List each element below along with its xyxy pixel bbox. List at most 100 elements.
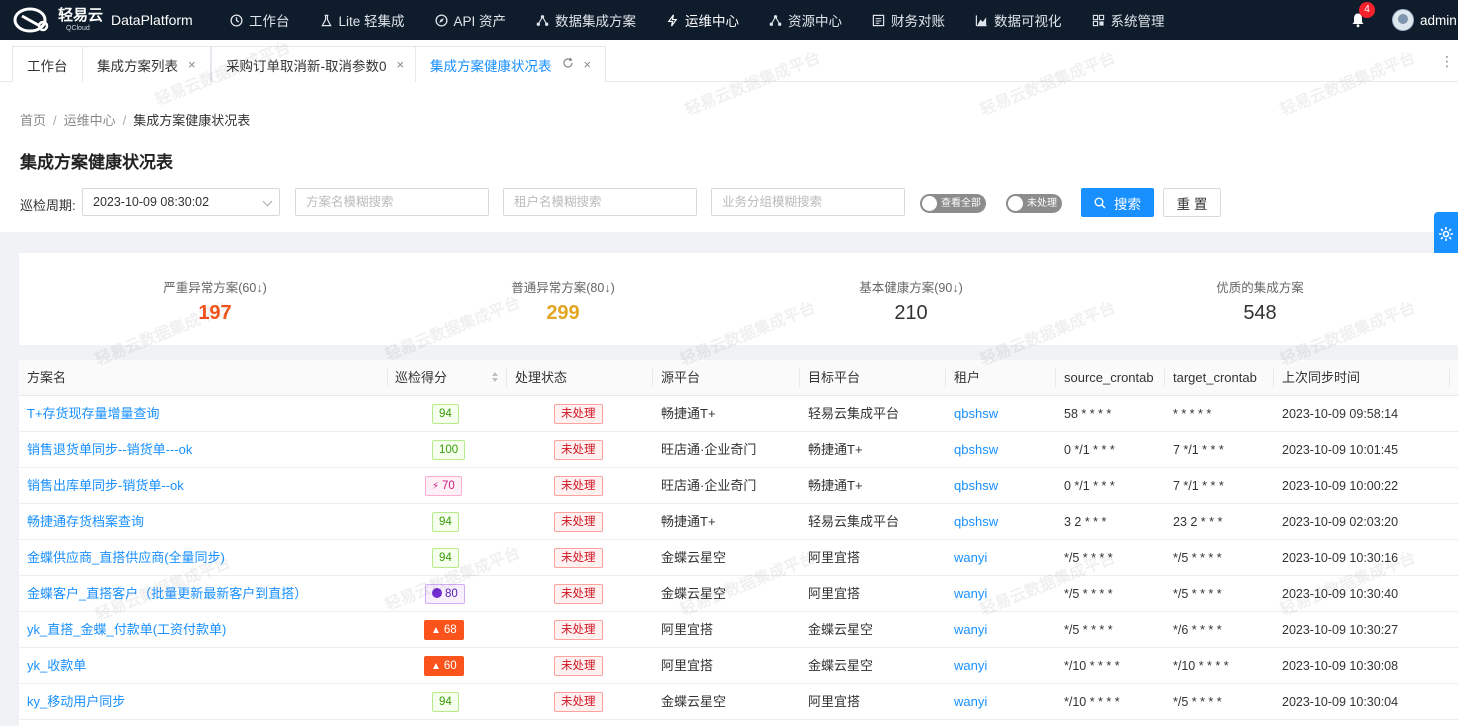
tenant-link[interactable]: qbshsw (946, 468, 998, 504)
score-tag: 80 (425, 584, 465, 604)
notification-button[interactable]: 4 (1350, 2, 1375, 30)
status-badge[interactable]: 未处理 (554, 584, 603, 604)
tab-label: 工作台 (27, 58, 68, 74)
tab-health-report[interactable]: 集成方案健康状况表 × (415, 46, 607, 82)
tab-purchase-order[interactable]: 采购订单取消新-取消参数0 × (211, 46, 420, 82)
nav-lite[interactable]: Lite 轻集成 (305, 0, 420, 40)
tenant-link[interactable]: wanyi (946, 684, 987, 720)
nav-finance[interactable]: 财务对账 (857, 0, 960, 40)
scheme-name-link[interactable]: 金蝶供应商_直搭供应商(全量同步) (19, 540, 225, 576)
nav-label: 数据可视化 (994, 14, 1062, 29)
tenant-link[interactable]: wanyi (946, 648, 987, 684)
source-platform: 旺店通·企业奇门 (661, 442, 757, 457)
reset-button[interactable]: 重 置 (1163, 188, 1221, 217)
tenant-link[interactable]: wanyi (946, 576, 987, 612)
table-row[interactable]: 销售退货单同步--销货单---ok 旺店通·企业奇门 畅捷通T+ qbshsw 0 */… (19, 432, 1458, 468)
tab-scheme-list[interactable]: 集成方案列表 × (82, 46, 211, 82)
table-row[interactable]: ky_移动用户同步 金蝶云星空 阿里宜搭 wanyi */10 * * * * */5 *… (19, 684, 1458, 720)
tab-workbench[interactable]: 工作台 (12, 46, 83, 82)
table-row[interactable]: 销售出库单同步-销货单--ok 旺店通·企业奇门 畅捷通T+ qbshsw 0 */1 … (19, 468, 1458, 504)
target-platform: 阿里宜搭 (808, 550, 861, 565)
target-crontab: */6 * * * * (1173, 623, 1222, 637)
status-badge[interactable]: 未处理 (554, 440, 603, 460)
tenant-link[interactable]: wanyi (946, 612, 987, 648)
source-platform: 畅捷通T+ (661, 406, 716, 421)
scheme-name-link[interactable]: ky_移动用户同步 (19, 684, 125, 720)
nav-label: 财务对账 (891, 14, 946, 29)
tenant-link[interactable]: qbshsw (946, 504, 998, 540)
tenant-link[interactable]: qbshsw (946, 396, 998, 432)
period-select[interactable]: 2023-10-09 08:30:02 (82, 188, 280, 216)
table-row[interactable]: T+存货现存量增量查询 畅捷通T+ 轻易云集成平台 qbshsw 58 * * * * *… (19, 396, 1458, 432)
group-search-input[interactable]: 业务分组模糊搜索 (711, 188, 905, 216)
unhandled-toggle[interactable]: 未处理 (1006, 194, 1062, 213)
table-row[interactable]: 畅捷通存货档案查询 畅捷通T+ 轻易云集成平台 qbshsw 3 2 * * * 23 2… (19, 504, 1458, 540)
scheme-name-link[interactable]: 销售出库单同步-销货单--ok (19, 468, 184, 504)
tenant-link[interactable]: qbshsw (946, 432, 998, 468)
logo[interactable]: 轻易云 QCloud DataPlatform (12, 6, 197, 34)
col-score[interactable]: 巡检得分 (387, 360, 447, 396)
table-row[interactable]: 金蝶客户_直搭客户（批量更新最新客户到直搭） 金蝶云星空 阿里宜搭 wanyi */5 … (19, 576, 1458, 612)
scheme-name-link[interactable]: yk_收款单 (19, 648, 86, 684)
user-name[interactable]: admin (1420, 13, 1458, 28)
table-row[interactable]: 金蝶供应商_直搭供应商(全量同步) 金蝶云星空 阿里宜搭 wanyi */5 * * *… (19, 540, 1458, 576)
bolt-icon: ⚡ (432, 481, 440, 492)
last-sync-time: 2023-10-09 02:03:20 (1282, 515, 1399, 529)
sort-icon[interactable] (491, 372, 499, 384)
toggle-label: 查看全部 (941, 198, 981, 209)
search-button[interactable]: 搜索 (1081, 188, 1154, 217)
nav-visualization[interactable]: 数据可视化 (960, 0, 1077, 40)
last-sync-time: 2023-10-09 10:30:40 (1282, 587, 1399, 601)
reset-label: 重 置 (1176, 196, 1208, 212)
status-badge[interactable]: 未处理 (554, 404, 603, 424)
target-crontab: 7 */1 * * * (1173, 479, 1224, 493)
tabs-bar: 工作台 集成方案列表 × 采购订单取消新-取消参数0 × 集成方案健康状况表 ×… (0, 40, 1458, 82)
scheme-name-link[interactable]: 金蝶客户_直搭客户（批量更新最新客户到直搭） (19, 576, 307, 612)
period-label: 巡检周期: (20, 198, 76, 213)
table-row[interactable]: yk_直搭_金蝶_付款单(工资付款单) 阿里宜搭 金蝶云星空 wanyi */5 * *… (19, 612, 1458, 648)
tenant-link[interactable]: wanyi (946, 540, 987, 576)
close-icon[interactable]: × (584, 57, 592, 72)
scheme-name-link[interactable]: T+存货现存量增量查询 (19, 396, 160, 432)
stat-label: 严重异常方案(60↓) (163, 281, 267, 295)
stat-normal-abnormal[interactable]: 普通异常方案(80↓) 299 (383, 253, 743, 325)
warning-icon: ▲ (431, 625, 441, 636)
network-icon (536, 14, 549, 26)
view-all-toggle[interactable]: 查看全部 (920, 194, 986, 213)
status-badge[interactable]: 未处理 (554, 512, 603, 532)
breadcrumb-home[interactable]: 首页 (20, 113, 46, 128)
stat-value: 299 (546, 302, 580, 324)
scheme-search-input[interactable]: 方案名模糊搜索 (295, 188, 489, 216)
nav-resources[interactable]: 资源中心 (754, 0, 857, 40)
scheme-name-link[interactable]: 畅捷通存货档案查询 (19, 504, 144, 540)
table-row[interactable]: yk_收款单 阿里宜搭 金蝶云星空 wanyi */10 * * * * */10 * *… (19, 648, 1458, 684)
status-badge[interactable]: 未处理 (554, 692, 603, 712)
stat-basic-healthy[interactable]: 基本健康方案(90↓) 210 (731, 253, 1091, 325)
close-icon[interactable]: × (188, 57, 196, 72)
more-icon[interactable]: ⋮ (1440, 54, 1454, 68)
nav-integration[interactable]: 数据集成方案 (521, 0, 651, 40)
sad-face-icon (432, 588, 442, 598)
scheme-name-link[interactable]: 销售退货单同步--销货单---ok (19, 432, 192, 468)
status-badge[interactable]: 未处理 (554, 620, 603, 640)
col-status: 处理状态 (515, 370, 568, 385)
scheme-name-link[interactable]: yk_直搭_金蝶_付款单(工资付款单) (19, 612, 226, 648)
status-badge[interactable]: 未处理 (554, 476, 603, 496)
breadcrumb-ops[interactable]: 运维中心 (64, 113, 116, 128)
settings-drawer-button[interactable] (1434, 212, 1458, 256)
close-icon[interactable]: × (397, 57, 405, 72)
target-platform: 轻易云集成平台 (808, 514, 900, 529)
last-sync-time: 2023-10-09 10:30:04 (1282, 695, 1399, 709)
stat-quality[interactable]: 优质的集成方案 548 (1080, 253, 1440, 325)
status-badge[interactable]: 未处理 (554, 548, 603, 568)
source-platform: 阿里宜搭 (661, 658, 714, 673)
nav-workbench[interactable]: 工作台 (215, 0, 305, 40)
status-badge[interactable]: 未处理 (554, 656, 603, 676)
refresh-icon[interactable] (562, 57, 574, 72)
nav-ops-center[interactable]: 运维中心 (651, 0, 754, 40)
avatar[interactable] (1392, 9, 1414, 31)
tenant-search-input[interactable]: 租户名模糊搜索 (503, 188, 697, 216)
nav-api-assets[interactable]: API 资产 (420, 0, 522, 40)
nav-system[interactable]: 系统管理 (1077, 0, 1180, 40)
stat-severe[interactable]: 严重异常方案(60↓) 197 (35, 253, 395, 325)
